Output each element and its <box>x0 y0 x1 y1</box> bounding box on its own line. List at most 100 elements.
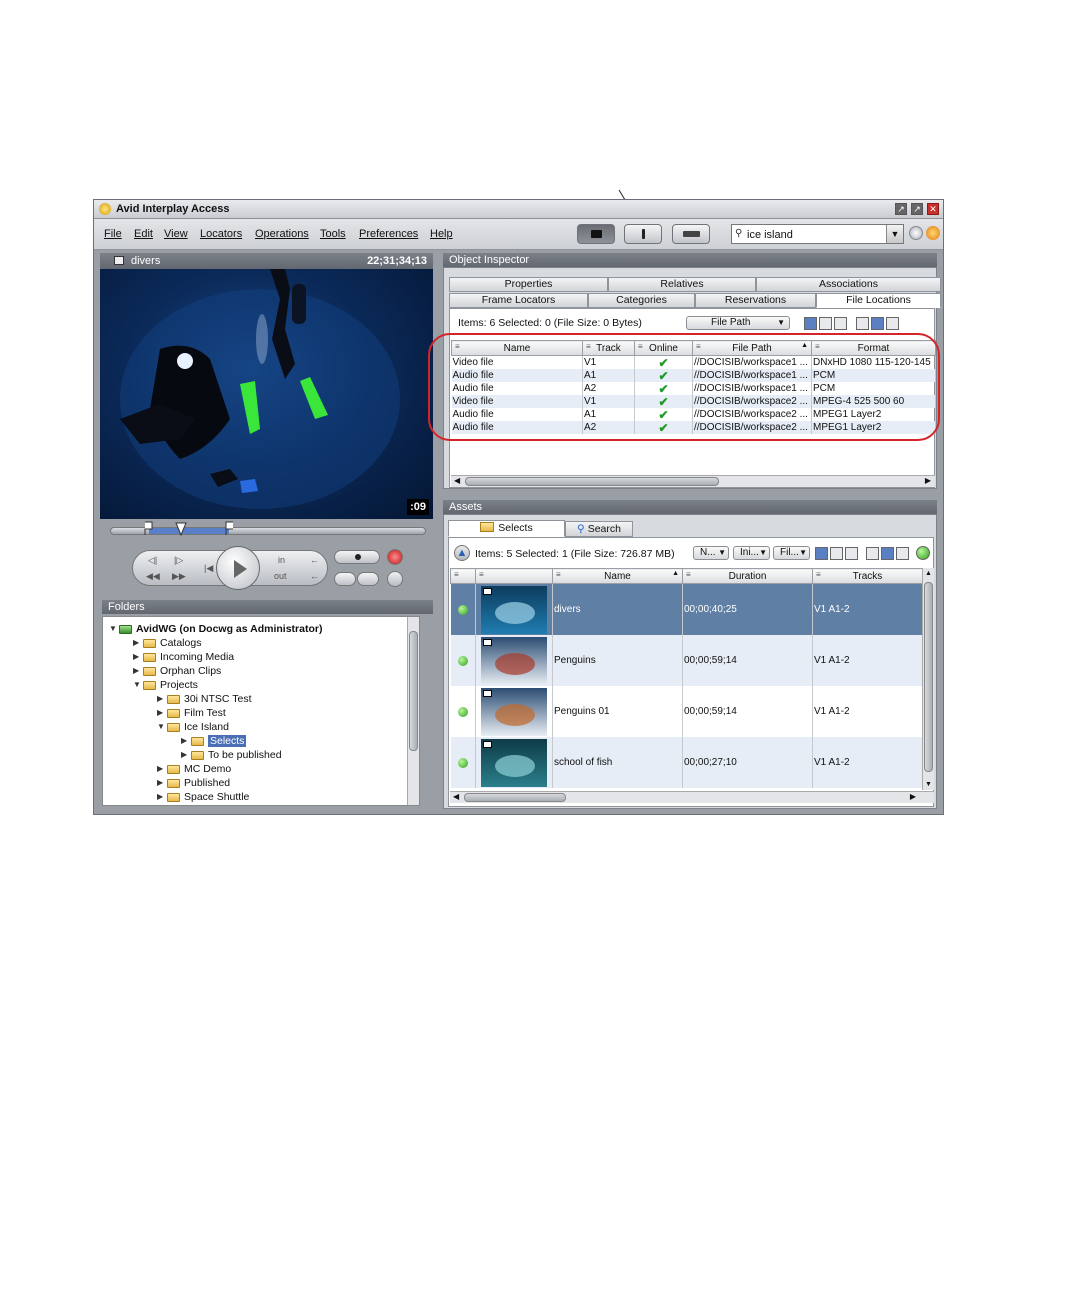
menu-operations[interactable]: Operations <box>255 228 309 240</box>
record-button[interactable] <box>334 550 380 564</box>
up-folder-icon[interactable]: ▲ <box>454 545 470 561</box>
tree-item[interactable]: ▶ Selects <box>181 735 401 748</box>
asset-thumbnail[interactable] <box>481 585 547 634</box>
tree-item[interactable]: ▶ 30i NTSC Test <box>157 693 377 706</box>
filter-name-dropdown[interactable]: N... ▼ <box>693 546 729 560</box>
assets-thumb-view-icon[interactable] <box>845 547 858 560</box>
list-view-icon[interactable] <box>804 317 817 330</box>
filter-file-dropdown[interactable]: Fil... ▼ <box>773 546 810 560</box>
col-header-duration[interactable]: ≡ Duration <box>682 568 813 584</box>
search-dropdown-icon[interactable]: ▼ <box>886 225 903 243</box>
tree-root[interactable]: ▼ AvidWG (on Docwg as Administrator) <box>109 623 409 636</box>
asset-thumbnail[interactable] <box>481 636 547 685</box>
go-search-icon[interactable] <box>926 226 940 240</box>
audio-icon[interactable] <box>387 549 403 565</box>
folder-tree-scroll-thumb[interactable] <box>409 631 418 751</box>
search-box[interactable]: ⚲ ice island ▼ <box>731 224 904 244</box>
expand-arrow-icon[interactable]: ▶ <box>157 764 163 773</box>
asset-row[interactable]: divers 00;00;40;25 V1 A1-2 <box>450 583 923 635</box>
rewind-icon[interactable]: ◀◀ <box>146 571 160 582</box>
tab-search[interactable]: ⚲ Search <box>565 521 633 537</box>
table-row[interactable]: Audio file A1 ✔ //DOCISIB/workspace1 ... PCM <box>451 369 936 382</box>
expand-arrow-icon[interactable]: ▶ <box>157 708 163 717</box>
mark-out-button[interactable]: out <box>274 571 287 581</box>
assets-small-thumb-icon[interactable] <box>866 547 879 560</box>
asset-thumbnail[interactable] <box>481 687 547 736</box>
clear-search-icon[interactable] <box>909 226 923 240</box>
menu-preferences[interactable]: Preferences <box>359 228 418 240</box>
expand-arrow-icon[interactable]: ▶ <box>133 652 139 661</box>
col-header-online[interactable]: ≡ Online <box>634 340 693 356</box>
tab-associations[interactable]: Associations <box>756 277 941 292</box>
tab-categories[interactable]: Categories <box>588 293 695 308</box>
expand-arrow-icon[interactable]: ▶ <box>181 750 187 759</box>
tree-item[interactable]: ▶ Space Shuttle <box>157 791 377 804</box>
keyboard-view-button[interactable] <box>672 224 710 244</box>
assets-scroll-up-icon[interactable]: ▲ <box>925 570 932 577</box>
assets-medium-thumb-icon[interactable] <box>881 547 894 560</box>
close-icon[interactable]: ✕ <box>927 203 939 215</box>
expand-arrow-icon[interactable]: ▶ <box>181 736 187 745</box>
folder-tree-scrollbar[interactable] <box>407 617 419 805</box>
assets-hscrollbar[interactable]: ◀ ▶ <box>450 791 934 803</box>
step-back-icon[interactable]: ◁| <box>148 555 157 566</box>
mouse-view-button[interactable] <box>624 224 662 244</box>
menu-view[interactable]: View <box>164 228 188 240</box>
tree-item[interactable]: ▶ MC Demo <box>157 763 377 776</box>
split-icon[interactable] <box>334 572 356 586</box>
col-header-name[interactable]: ≡ Name <box>451 340 583 356</box>
asset-row[interactable]: Penguins 00;00;59;14 V1 A1-2 <box>450 635 923 686</box>
menu-locators[interactable]: Locators <box>200 228 242 240</box>
collapse-arrow-icon[interactable]: ▼ <box>109 624 117 633</box>
menu-file[interactable]: File <box>104 228 122 240</box>
tree-item[interactable]: ▶ Catalogs <box>133 637 353 650</box>
tab-frame-locators[interactable]: Frame Locators <box>449 293 588 308</box>
tree-item[interactable]: ▼ Projects <box>133 679 353 692</box>
table-row[interactable]: Audio file A2 ✔ //DOCISIB/workspace1 ... PCM <box>451 382 936 395</box>
mark-in-button[interactable]: in <box>278 555 285 565</box>
filter-initials-dropdown[interactable]: Ini... ▼ <box>733 546 770 560</box>
table-row[interactable]: Audio file A2 ✔ //DOCISIB/workspace2 ... MPE… <box>451 421 936 434</box>
file-locations-hscrollbar[interactable]: ◀ ▶ <box>451 475 935 487</box>
assets-scroll-right-icon[interactable]: ▶ <box>910 792 916 801</box>
table-row[interactable]: Video file V1 ✔ //DOCISIB/workspace1 ... DNx… <box>451 355 936 369</box>
search-input[interactable]: ice island <box>747 229 793 241</box>
go-to-out-icon[interactable]: ← <box>310 571 319 581</box>
col-header-track[interactable]: ≡ Track <box>582 340 635 356</box>
expand-arrow-icon[interactable]: ▶ <box>133 666 139 675</box>
scroll-left-icon[interactable]: ◀ <box>454 476 460 485</box>
expand-arrow-icon[interactable]: ▶ <box>157 778 163 787</box>
assets-vscroll-thumb[interactable] <box>924 582 933 772</box>
maximize-icon[interactable]: ↗ <box>911 203 923 215</box>
small-thumb-icon[interactable] <box>856 317 869 330</box>
play-button[interactable] <box>216 546 260 590</box>
video-monitor[interactable]: :09 <box>100 269 433 519</box>
expand-arrow-icon[interactable]: ▶ <box>157 694 163 703</box>
tab-properties[interactable]: Properties <box>449 277 608 292</box>
expand-arrow-icon[interactable]: ▶ <box>157 792 163 801</box>
tree-item[interactable]: ▶ Film Test <box>157 707 377 720</box>
assets-compact-view-icon[interactable] <box>830 547 843 560</box>
assets-scroll-down-icon[interactable]: ▼ <box>925 781 932 788</box>
asset-row[interactable]: school of fish 00;00;27;10 V1 A1-2 <box>450 737 923 788</box>
tree-item[interactable]: ▶ Incoming Media <box>133 651 353 664</box>
audio-mixer-icon[interactable] <box>387 571 403 587</box>
tab-relatives[interactable]: Relatives <box>608 277 756 292</box>
tree-item[interactable]: ▶ Published <box>157 777 377 790</box>
assets-large-thumb-icon[interactable] <box>896 547 909 560</box>
expand-arrow-icon[interactable]: ▶ <box>133 638 139 647</box>
large-thumb-icon[interactable] <box>886 317 899 330</box>
file-locations-scroll-thumb[interactable] <box>465 477 719 486</box>
collapse-arrow-icon[interactable]: ▼ <box>157 722 165 731</box>
go-to-start-icon[interactable]: |◀ <box>204 563 213 574</box>
fast-forward-icon[interactable]: ▶▶ <box>172 571 186 582</box>
assets-list-view-icon[interactable] <box>815 547 828 560</box>
table-row[interactable]: Audio file A1 ✔ //DOCISIB/workspace2 ... MPE… <box>451 408 936 421</box>
menu-help[interactable]: Help <box>430 228 453 240</box>
medium-thumb-icon[interactable] <box>871 317 884 330</box>
col-header-status[interactable]: ≡ <box>450 568 476 584</box>
tree-item[interactable]: ▶ Orphan Clips <box>133 665 353 678</box>
tab-reservations[interactable]: Reservations <box>695 293 816 308</box>
scroll-right-icon[interactable]: ▶ <box>925 476 931 485</box>
assets-hscroll-thumb[interactable] <box>464 793 566 802</box>
